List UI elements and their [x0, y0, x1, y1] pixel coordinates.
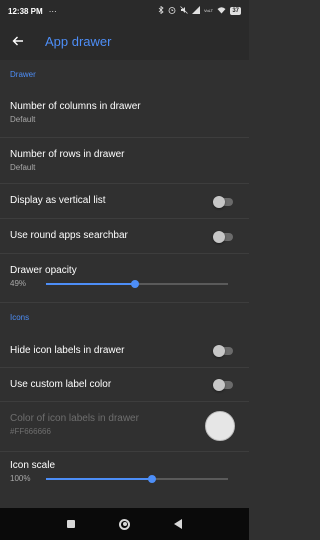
slider-fill: [46, 283, 136, 285]
arrow-left-icon: [12, 36, 23, 46]
setting-drawer-opacity-label: Drawer opacity: [10, 265, 77, 276]
setting-icon-scale-label: Icon scale: [10, 460, 56, 471]
divider: [0, 253, 249, 254]
hide-labels-toggle[interactable]: [213, 345, 233, 357]
setting-drawer-opacity: Drawer opacity: [0, 265, 249, 276]
setting-icon-scale: Icon scale: [0, 460, 249, 471]
mute-icon: [180, 6, 189, 16]
setting-rows[interactable]: Number of rows in drawer Default: [0, 149, 249, 172]
home-icon[interactable]: [119, 518, 130, 530]
setting-hide-labels[interactable]: Hide icon labels in drawer: [0, 345, 249, 356]
divider: [0, 302, 249, 303]
back-button[interactable]: [0, 22, 36, 60]
setting-rows-value: Default: [10, 163, 36, 172]
toggle-knob: [213, 379, 225, 391]
icon-scale-slider[interactable]: [46, 475, 228, 483]
vertical-list-toggle[interactable]: [213, 196, 233, 208]
setting-vertical-list[interactable]: Display as vertical list: [0, 195, 249, 206]
page-title: App drawer: [45, 33, 112, 49]
lte-icon: VoLTE: [204, 6, 216, 16]
setting-round-searchbar[interactable]: Use round apps searchbar: [0, 230, 249, 241]
setting-columns-value: Default: [10, 115, 36, 124]
svg-text:VoLTE: VoLTE: [204, 8, 213, 13]
color-swatch[interactable]: [205, 411, 235, 441]
notification-dots: ···: [48, 6, 57, 16]
system-nav-bar: [0, 508, 249, 540]
setting-rows-label: Number of rows in drawer: [10, 149, 125, 160]
divider: [0, 137, 249, 138]
slider-thumb[interactable]: [131, 280, 140, 288]
divider: [0, 367, 249, 368]
icon-scale-value: 100%: [10, 474, 31, 483]
divider: [0, 401, 249, 402]
recents-icon[interactable]: [67, 520, 75, 528]
setting-columns[interactable]: Number of columns in drawer Default: [0, 101, 249, 124]
app-bar: App drawer: [0, 22, 249, 60]
custom-label-color-toggle[interactable]: [213, 379, 233, 391]
bluetooth-icon: [158, 5, 164, 16]
drawer-opacity-value: 49%: [10, 279, 27, 288]
divider: [0, 451, 249, 452]
section-header-drawer: Drawer: [10, 70, 36, 79]
status-icons: VoLTE 37: [158, 5, 241, 16]
toggle-knob: [213, 231, 225, 243]
status-time: 12:38 PM: [8, 6, 43, 16]
divider: [0, 183, 249, 184]
slider-thumb[interactable]: [147, 475, 156, 483]
slider-fill: [46, 478, 152, 480]
setting-custom-label-color[interactable]: Use custom label color: [0, 379, 249, 390]
status-bar: 12:38 PM ··· VoLTE 37: [0, 0, 249, 22]
back-triangle-icon[interactable]: [174, 519, 182, 529]
toggle-knob: [213, 196, 225, 208]
alarm-icon: [168, 6, 176, 16]
section-header-icons: Icons: [10, 313, 30, 322]
signal-icon: [192, 6, 201, 16]
drawer-opacity-slider[interactable]: [46, 280, 228, 288]
wifi-icon: [217, 6, 226, 16]
battery-indicator: 37: [230, 7, 241, 15]
divider: [0, 218, 249, 219]
round-searchbar-toggle[interactable]: [213, 231, 233, 243]
toggle-knob: [213, 345, 225, 357]
setting-columns-label: Number of columns in drawer: [10, 101, 141, 112]
